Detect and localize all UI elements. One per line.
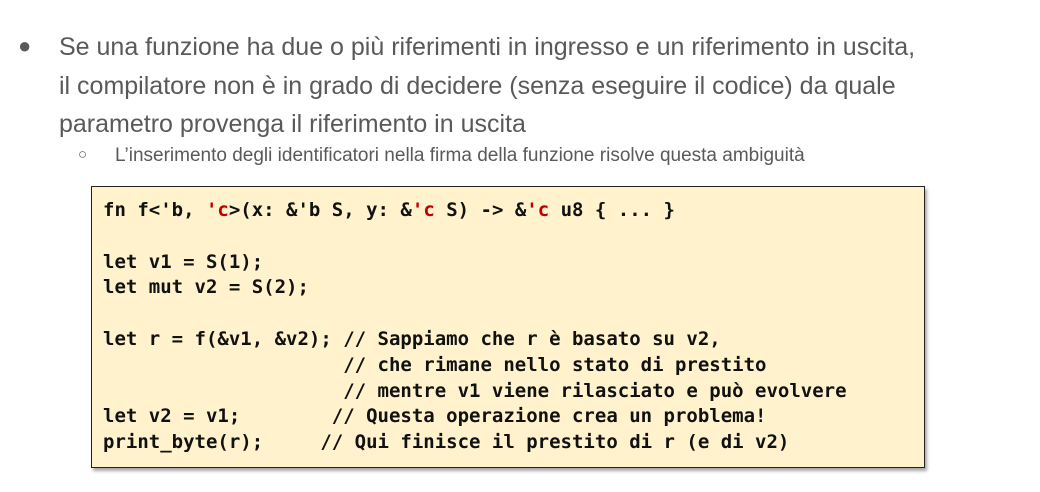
main-line-1: Se una funzione ha due o più riferimenti… — [59, 33, 916, 61]
sub-bullet-circle: ○ — [78, 146, 88, 163]
main-line-2: il compilatore non è in grado di decider… — [59, 71, 896, 100]
bullet-dot: ● — [18, 33, 32, 58]
code-token: u8 { ... } — [549, 199, 676, 221]
code-token: fn f<'b, — [103, 199, 206, 221]
code-line-signature: fn f<'b, 'c>(x: &'b S, y: &'c S) -> &'c … — [103, 198, 847, 224]
lifetime-highlight: 'c — [526, 199, 550, 221]
code-line: print_byte(r); // Qui finisce il prestit… — [103, 431, 790, 454]
lifetime-highlight: 'c — [205, 199, 229, 221]
code-line: let v1 = S(1); — [103, 250, 264, 273]
code-token: >(x: &'b S, y: & — [228, 199, 412, 221]
main-line-3: parametro provenga il riferimento in usc… — [59, 110, 526, 138]
code-line: let v2 = v1; // Questa operazione crea u… — [103, 405, 767, 428]
sub-bullet-text: L’inserimento degli identificatori nella… — [115, 145, 805, 166]
code-token: S) -> & — [434, 199, 527, 221]
code-block: fn f<'b, 'c>(x: &'b S, y: &'c S) -> &'c … — [91, 186, 925, 468]
code-line: let r = f(&v1, &v2); // Sappiamo che r è… — [103, 327, 721, 350]
code-line: // mentre v1 viene rilasciato e può evol… — [103, 379, 847, 402]
code-line: let mut v2 = S(2); — [103, 276, 309, 299]
main-bullet-text: Se una funzione ha due o più riferimenti… — [59, 28, 1029, 144]
code-line: // che rimane nello stato di prestito — [103, 353, 767, 376]
lifetime-highlight: 'c — [411, 199, 435, 221]
code-content: fn f<'b, 'c>(x: &'b S, y: &'c S) -> &'c … — [103, 198, 847, 456]
